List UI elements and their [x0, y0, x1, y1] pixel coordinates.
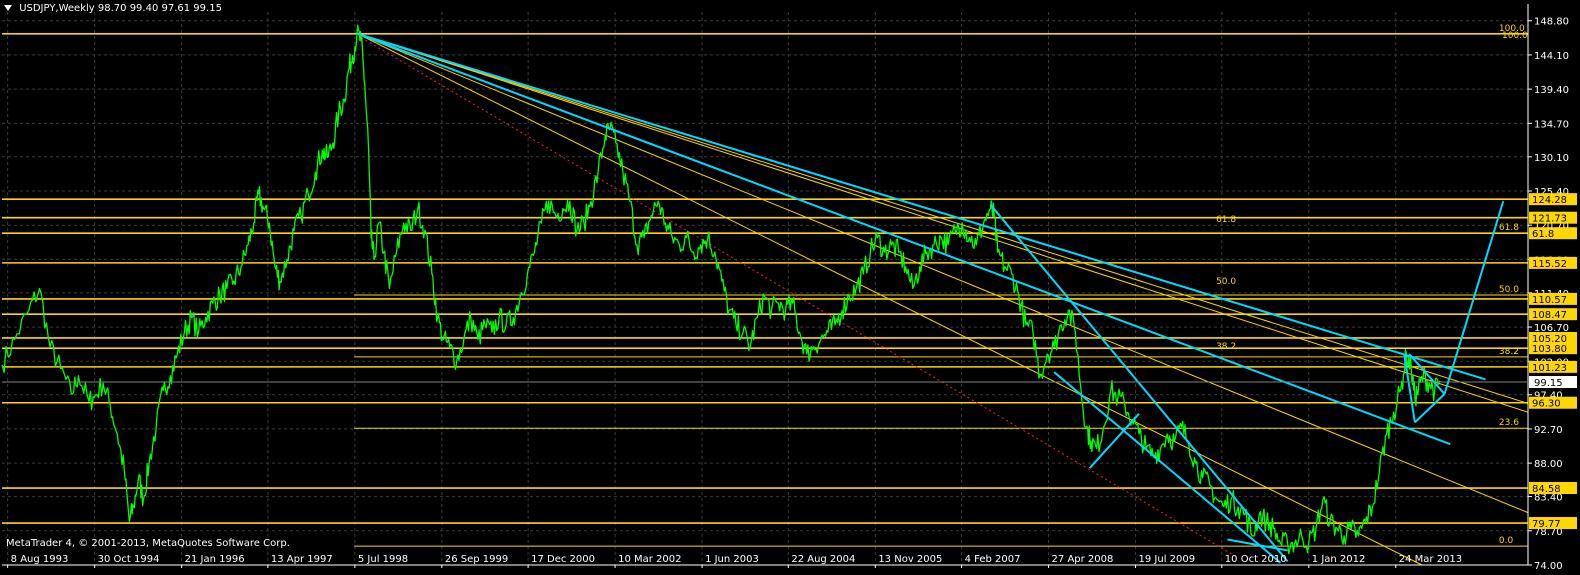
cyan-trend-line: [1053, 371, 1282, 564]
level-price-label: 124.28: [1532, 195, 1567, 206]
level-price-label: 110.57: [1532, 295, 1567, 306]
current-price-marker: 99.15: [2, 376, 1577, 389]
level-price-label: 121.73: [1532, 214, 1567, 225]
x-tick-label: 13 Nov 2005: [878, 554, 942, 565]
x-tick-label: 10 Oct 2010: [1225, 554, 1287, 565]
x-tick-label: 10 Mar 2002: [618, 554, 681, 565]
x-tick-label: 24 Mar 2013: [1399, 554, 1462, 565]
symbol-label: USDJPY,Weekly: [19, 3, 95, 14]
x-tick-label: 27 Apr 2008: [1052, 554, 1114, 565]
level-price-label: 103.80: [1532, 344, 1567, 355]
fib-label: 38.2: [1216, 342, 1236, 352]
chart-header[interactable]: USDJPY,Weekly 98.70 99.40 97.61 99.15: [4, 3, 222, 14]
cyan-trend-line: [1414, 393, 1446, 424]
y-tick-label: 88.00: [1534, 459, 1563, 470]
y-tick-label: 130.10: [1534, 153, 1569, 164]
x-tick-label: 17 Dec 2000: [531, 554, 595, 565]
dotted-trend-line[interactable]: [360, 37, 1239, 559]
y-tick-label: 134.70: [1534, 119, 1569, 130]
level-price-label: 79.77: [1532, 519, 1561, 530]
price-line: [1, 24, 1441, 555]
fib-label: 61.8: [1216, 215, 1236, 225]
fib-label: 0.0: [1499, 536, 1514, 546]
x-tick-label: 13 Apr 1997: [271, 554, 333, 565]
ohlc-values: 98.70 99.40 97.61 99.15: [97, 3, 222, 14]
x-tick-label: 26 Sep 1999: [445, 554, 508, 565]
y-tick-label: 148.80: [1534, 17, 1569, 28]
dropdown-triangle-icon[interactable]: [4, 5, 12, 11]
y-tick-label: 144.10: [1534, 51, 1569, 62]
fib-label: 50.0: [1216, 277, 1236, 287]
level-price-label: 108.47: [1532, 310, 1567, 321]
axes: [2, 4, 1529, 566]
y-tick-label: 74.00: [1534, 561, 1563, 571]
level-price-label: 84.58: [1532, 484, 1561, 495]
cyan-trend-line: [357, 32, 1486, 381]
x-tick-label: 8 Aug 1993: [11, 554, 69, 565]
copyright-text: MetaTrader 4, © 2001-2013, MetaQuotes So…: [6, 538, 290, 549]
level-price-labels: 124.28121.7361.8115.52110.57108.47105.20…: [1502, 31, 1577, 530]
fib-label: 23.6: [1499, 418, 1519, 428]
fan-line: [357, 33, 1529, 413]
y-tick-label: 92.70: [1534, 425, 1563, 436]
dotted-trend-line: [360, 37, 1239, 559]
level-price-label: 96.30: [1532, 399, 1561, 410]
x-tick-labels: 8 Aug 1993 30 Oct 1994 21 Jan 1996 13 Apr 1…: [7, 554, 1462, 568]
cyan-trend-line: [1443, 200, 1505, 395]
fib-label-100: 100.0: [1502, 31, 1528, 41]
x-tick-label: 5 Jul 1998: [358, 554, 408, 565]
fib-label: 61.8: [1499, 223, 1519, 233]
x-tick-label: 19 Jul 2009: [1139, 554, 1196, 565]
cyan-trend-line: [989, 204, 1289, 563]
fan-line: [357, 33, 1529, 514]
current-price-label: 99.15: [1534, 378, 1563, 389]
price-chart[interactable]: 100.0 61.8 50.0 38.2 23.6 0.0 61.8 50.0 38.2 148…: [0, 0, 1580, 572]
fib-label: 50.0: [1499, 285, 1519, 295]
horizontal-levels[interactable]: [2, 33, 1528, 547]
level-price-label: 61.8: [1532, 229, 1554, 240]
x-tick-label: 21 Jan 1996: [185, 554, 245, 565]
x-tick-label: 4 Feb 2007: [965, 554, 1021, 565]
x-tick-label: 30 Oct 1994: [98, 554, 160, 565]
x-tick-label: 1 Jan 2012: [1312, 554, 1366, 565]
x-tick-label: 22 Aug 2004: [791, 554, 855, 565]
y-tick-label: 139.40: [1534, 85, 1569, 96]
grid-lines: [2, 12, 1528, 566]
fib-label: 38.2: [1499, 347, 1519, 357]
cyan-trend-line: [357, 32, 1451, 446]
price-series: [1, 24, 1441, 555]
level-price-label: 115.52: [1532, 259, 1567, 270]
chart-window[interactable]: 100.0 61.8 50.0 38.2 23.6 0.0 61.8 50.0 38.2 148…: [0, 0, 1580, 572]
level-price-label: 101.23: [1532, 363, 1567, 374]
x-tick-label: 1 Jun 2003: [705, 554, 759, 565]
